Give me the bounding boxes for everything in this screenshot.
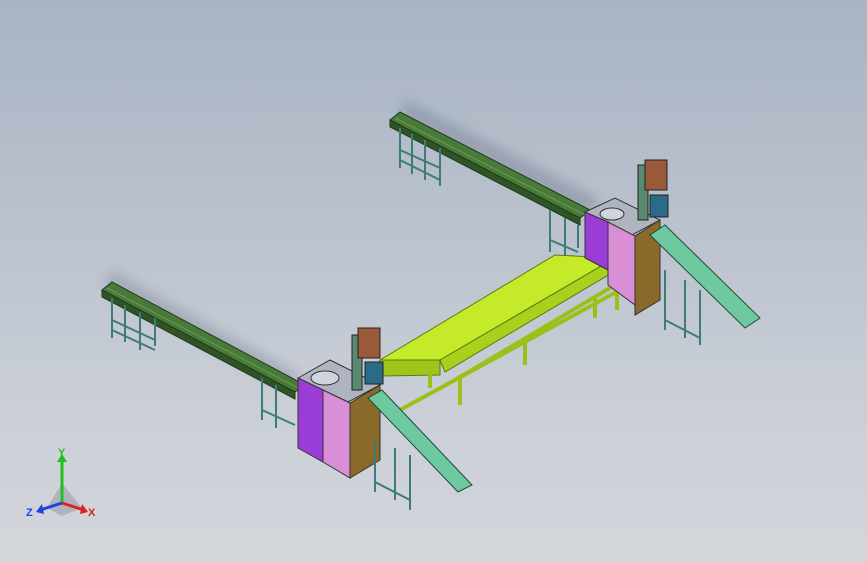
center-conveyor[interactable] (378, 254, 622, 412)
x-axis-label: X (88, 507, 96, 519)
discharge-chute-right[interactable] (649, 224, 761, 329)
discharge-chute-left[interactable] (367, 389, 473, 493)
z-axis-label: Z (26, 507, 33, 519)
z-axis-head (36, 504, 44, 514)
triad-base (47, 483, 82, 516)
coordinate-triad: Y X Z (26, 448, 96, 519)
x-axis-head (80, 504, 88, 514)
conveyor-shadow (400, 100, 600, 215)
cad-viewport[interactable]: Y X Z (0, 0, 867, 562)
y-axis-label: Y (58, 448, 66, 459)
welder-head (357, 327, 381, 359)
assembly-scene[interactable] (0, 0, 867, 562)
conveyor-front-left[interactable] (101, 281, 306, 428)
welder-head (644, 159, 668, 191)
